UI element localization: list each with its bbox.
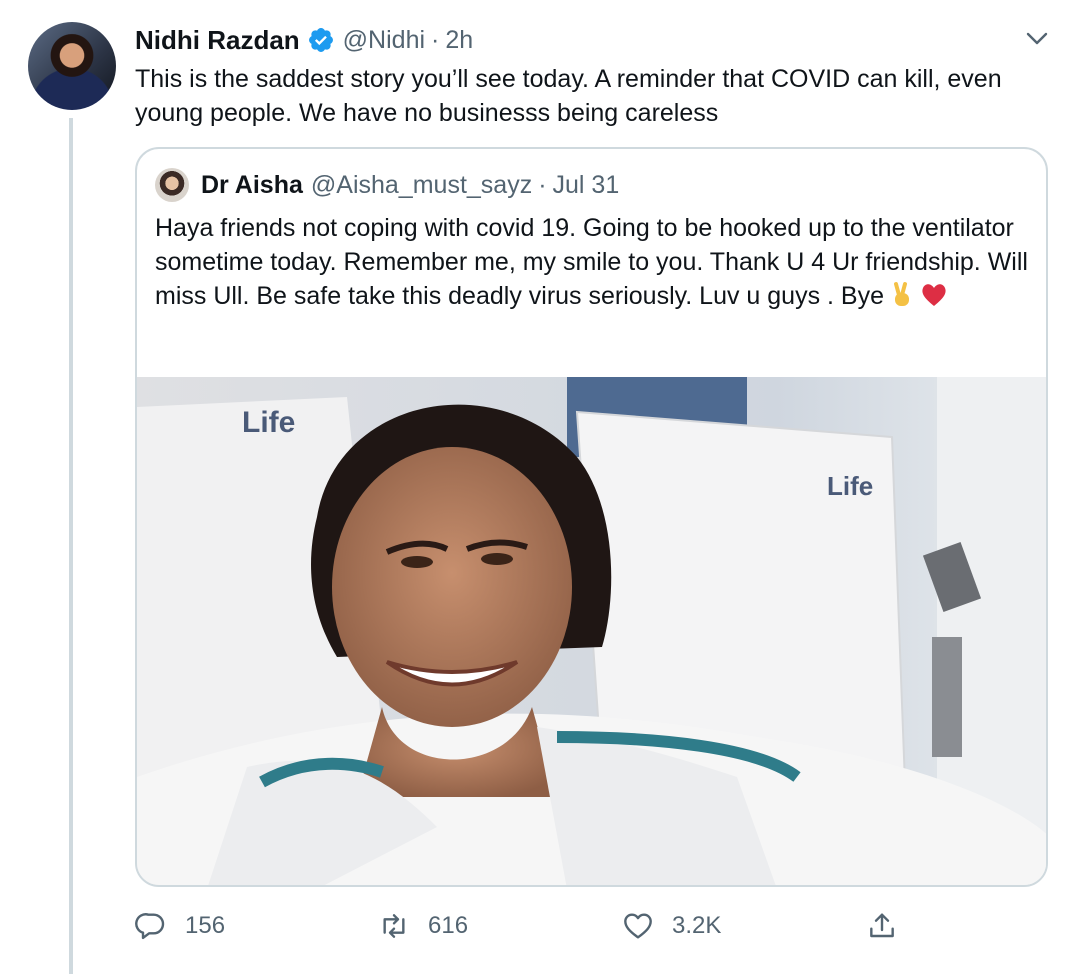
reply-count: 156 <box>185 912 226 939</box>
pillow-label-right: Life <box>827 471 873 501</box>
quoted-tweet[interactable]: Dr Aisha @Aisha_must_sayz · Jul 31 Haya … <box>135 147 1048 887</box>
quoted-author-handle: @Aisha_must_sayz <box>310 170 533 199</box>
quoted-tweet-time: Jul 31 <box>552 170 620 199</box>
share-button[interactable] <box>866 898 898 954</box>
quoted-author-avatar <box>155 168 189 202</box>
quoted-tweet-text: Haya friends not coping with covid 19. G… <box>155 211 1035 313</box>
thread-line <box>69 118 73 974</box>
reply-icon <box>135 913 165 940</box>
quoted-tweet-photo[interactable]: Life Life <box>137 377 1048 887</box>
tweet-header: Nidhi Razdan @Nidhi · 2h <box>135 22 473 58</box>
tweet-actions: 156 616 3.2K <box>0 898 1076 954</box>
red-heart-icon <box>922 284 946 306</box>
chevron-down-icon[interactable] <box>1024 28 1050 50</box>
reply-button[interactable]: 156 <box>135 898 225 954</box>
retweet-count: 616 <box>428 912 469 939</box>
separator: · <box>431 25 440 54</box>
tweet-time[interactable]: 2h <box>445 26 473 55</box>
retweet-icon <box>383 914 405 938</box>
like-button[interactable]: 3.2K <box>622 898 721 954</box>
share-icon <box>870 913 894 938</box>
author-avatar[interactable] <box>28 22 116 110</box>
pillow-label-left: Life <box>242 406 295 439</box>
author-handle[interactable]: @Nidhi <box>343 26 425 55</box>
quoted-author-name: Dr Aisha <box>201 170 303 199</box>
like-count: 3.2K <box>672 912 722 939</box>
victory-hand-icon <box>894 282 910 306</box>
retweet-button[interactable]: 616 <box>378 898 468 954</box>
tweet-text: This is the saddest story you’ll see tod… <box>135 65 1002 127</box>
quoted-tweet-header: Dr Aisha @Aisha_must_sayz · Jul 31 <box>155 167 619 203</box>
verified-badge-icon <box>308 28 333 52</box>
heart-icon <box>624 913 652 939</box>
separator: · <box>538 170 547 199</box>
author-name[interactable]: Nidhi Razdan <box>135 25 300 56</box>
